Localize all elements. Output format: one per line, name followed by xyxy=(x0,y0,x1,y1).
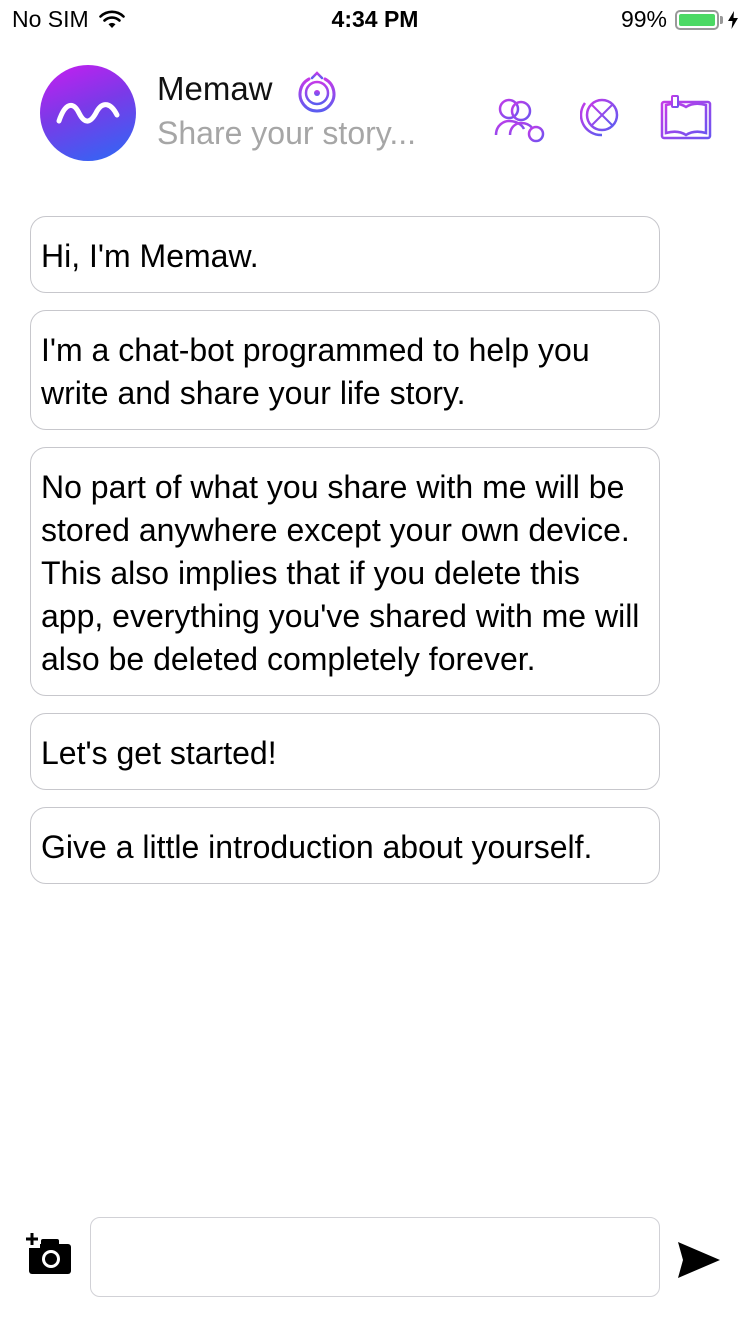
status-bar: No SIM 4:34 PM 99% xyxy=(0,0,750,40)
message-bubble: I'm a chat-bot programmed to help you wr… xyxy=(30,310,660,430)
people-add-icon[interactable] xyxy=(494,95,546,145)
composer-bar xyxy=(0,1210,750,1310)
wave-logo-icon[interactable] xyxy=(40,65,136,161)
bolt-icon xyxy=(728,10,738,29)
battery-percent: 99% xyxy=(620,6,667,32)
battery-level xyxy=(679,13,715,26)
chat-screen: No SIM 4:34 PM 99% Memaw Share your stor… xyxy=(0,0,750,1334)
battery-tip xyxy=(720,15,723,24)
status-right: 99% xyxy=(621,6,738,33)
globe-icon[interactable] xyxy=(580,95,624,147)
power-icon[interactable] xyxy=(294,70,340,116)
message-bubble: Let's get started! xyxy=(30,713,660,790)
battery-icon xyxy=(675,9,719,30)
add-photo-icon[interactable] xyxy=(24,1230,74,1276)
message-list: Hi, I'm Memaw. I'm a chat-bot programmed… xyxy=(30,216,660,901)
book-icon[interactable] xyxy=(660,95,712,141)
app-title: Memaw xyxy=(157,70,273,107)
message-input[interactable] xyxy=(90,1217,660,1297)
message-bubble: Give a little introduction about yoursel… xyxy=(30,807,660,884)
message-bubble: Hi, I'm Memaw. xyxy=(30,216,660,293)
send-icon[interactable] xyxy=(676,1240,722,1280)
app-subtitle: Share your story... xyxy=(157,115,417,151)
chat-header: Memaw Share your story... xyxy=(0,60,750,170)
message-bubble: No part of what you share with me will b… xyxy=(30,447,660,696)
